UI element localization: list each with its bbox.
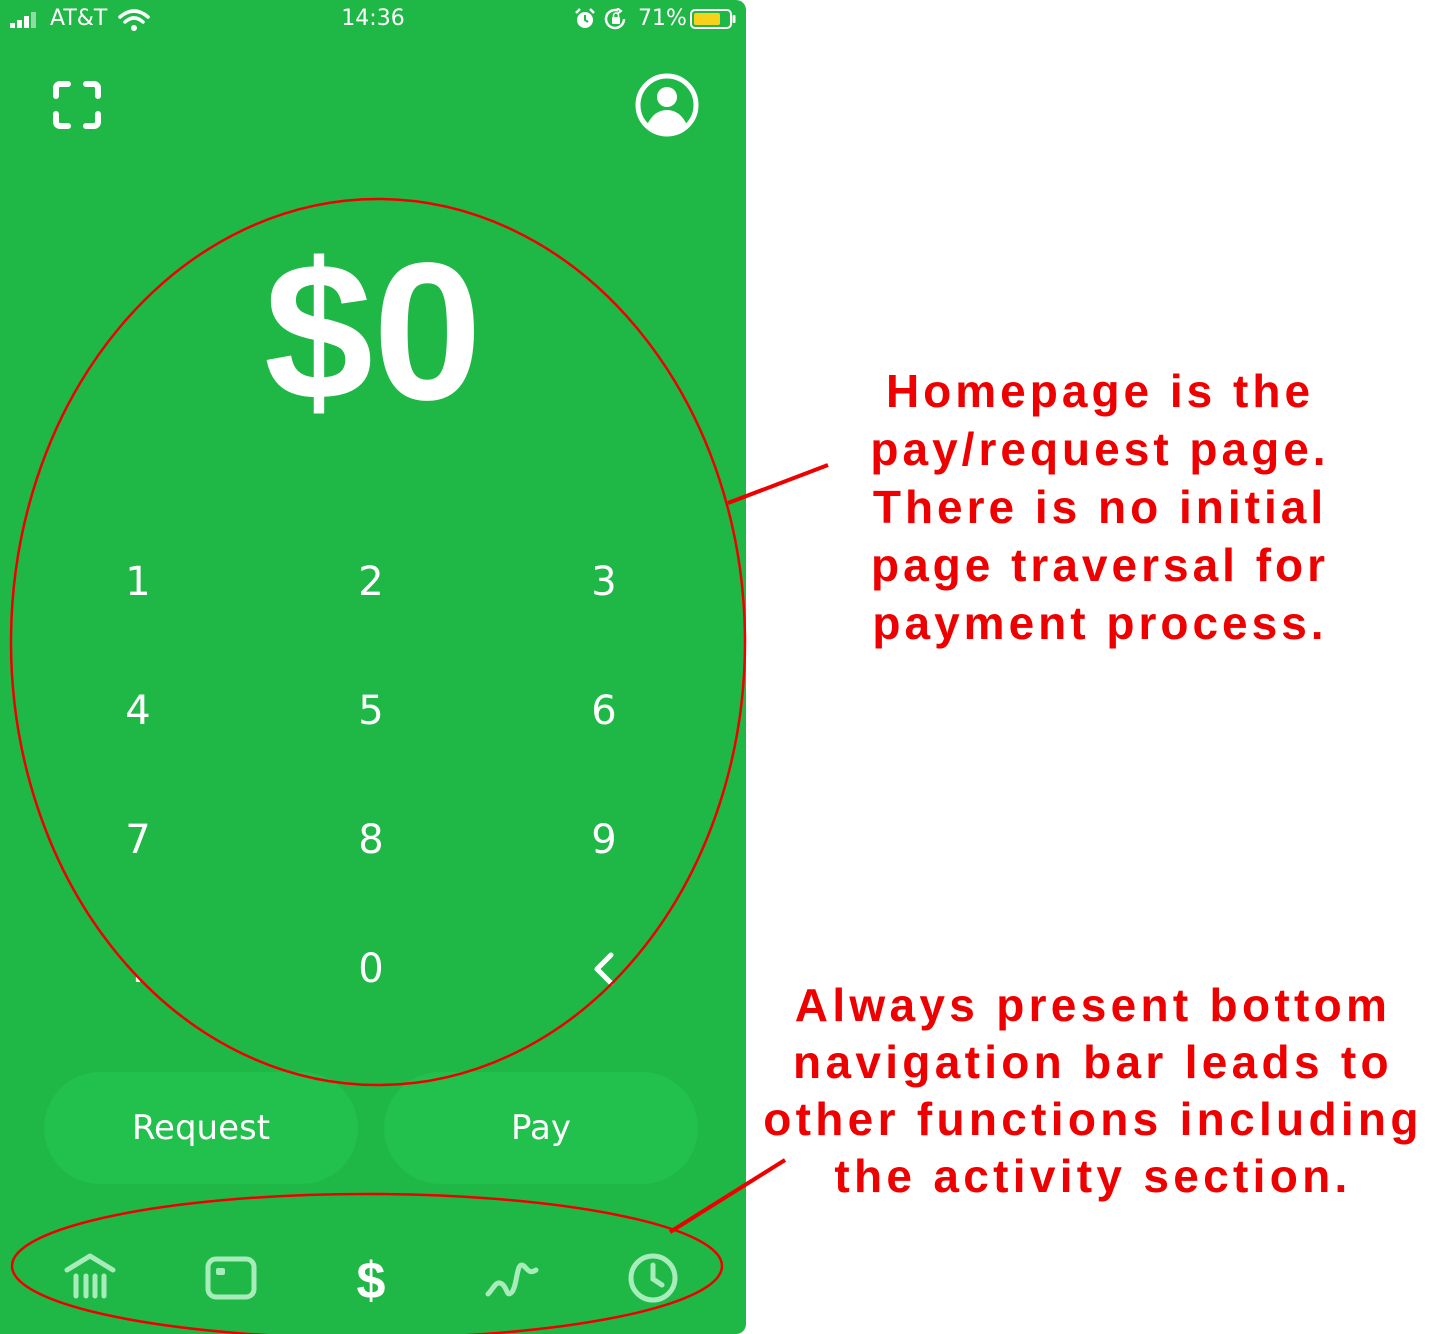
- scan-qr-icon[interactable]: [52, 80, 102, 130]
- key-decimal[interactable]: .: [78, 929, 198, 1009]
- key-5[interactable]: 5: [311, 671, 431, 751]
- key-0[interactable]: 0: [311, 929, 431, 1009]
- key-7[interactable]: 7: [78, 800, 198, 880]
- request-button[interactable]: Request: [44, 1072, 358, 1184]
- activity-clock-icon[interactable]: [625, 1250, 681, 1306]
- pay-button[interactable]: Pay: [384, 1072, 698, 1184]
- alarm-icon: [575, 8, 595, 28]
- status-time: 14:36: [341, 6, 405, 31]
- key-2[interactable]: 2: [311, 542, 431, 622]
- key-8[interactable]: 8: [311, 800, 431, 880]
- svg-text:$: $: [357, 1252, 386, 1306]
- battery-percent: 71%: [638, 6, 687, 31]
- key-9[interactable]: 9: [544, 800, 664, 880]
- key-1[interactable]: 1: [78, 542, 198, 622]
- amount-display: $0: [263, 222, 482, 441]
- key-4[interactable]: 4: [78, 671, 198, 751]
- key-backspace[interactable]: [544, 929, 664, 1009]
- investing-icon[interactable]: [484, 1250, 540, 1306]
- key-6[interactable]: 6: [544, 671, 664, 751]
- chevron-left-icon: [594, 952, 614, 986]
- key-3[interactable]: 3: [544, 542, 664, 622]
- annotation-note-homepage: Homepage is the pay/request page. There …: [870, 365, 1330, 649]
- dollar-icon[interactable]: $: [343, 1250, 399, 1306]
- status-bar: AT&T 14:36 71%: [0, 0, 746, 40]
- orientation-lock-icon: [604, 8, 626, 30]
- phone-screen: AT&T 14:36 71% $0 1 2 3 4 5 6 7 8 9 . 0 …: [0, 0, 746, 1334]
- annotation-note-navigation: Always present bottom navigation bar lea…: [763, 979, 1423, 1202]
- profile-icon[interactable]: [634, 72, 700, 138]
- bank-icon[interactable]: [62, 1250, 118, 1306]
- battery-icon: [690, 9, 736, 29]
- card-icon[interactable]: [203, 1250, 259, 1306]
